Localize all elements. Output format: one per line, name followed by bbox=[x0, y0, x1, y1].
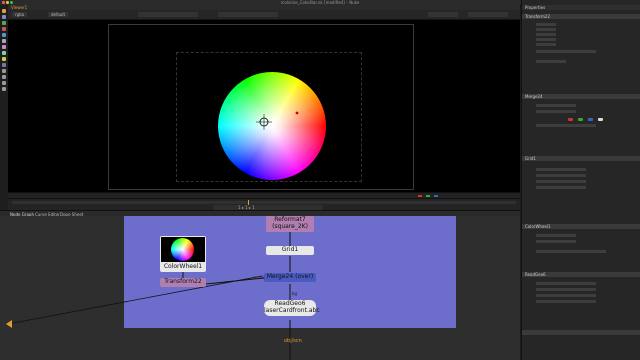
channels-dropdown[interactable]: rgba bbox=[12, 12, 28, 17]
grid-node[interactable]: Grid1 bbox=[266, 246, 314, 255]
node-graph[interactable]: Reformat7 (square_2K) Grid1 ColorWheel1 … bbox=[0, 216, 520, 360]
viewer-toolbar: rgba default bbox=[8, 10, 520, 20]
green-readout bbox=[426, 195, 430, 197]
viewer-options[interactable] bbox=[468, 12, 508, 17]
draw-tool-icon[interactable] bbox=[2, 15, 6, 19]
operation-dropdown[interactable] bbox=[536, 104, 576, 107]
readgeo-node-name: ReadGeo6 bbox=[274, 300, 306, 307]
readgeo-render-field[interactable] bbox=[536, 294, 596, 297]
colorspace-dropdown[interactable]: default bbox=[48, 12, 69, 17]
bg-input-label: bg bbox=[292, 291, 298, 296]
readgeo-frame-field[interactable] bbox=[536, 300, 596, 303]
readgeo-node-file: laserCardfront.abc bbox=[264, 307, 320, 314]
panel-title-readgeo: ReadGeo6 bbox=[525, 272, 546, 277]
metadata-tool-icon[interactable] bbox=[2, 75, 6, 79]
reformat-node[interactable]: Reformat7 (square_2K) bbox=[266, 216, 314, 232]
rotate-field[interactable] bbox=[536, 28, 556, 31]
merge-node-name: Merge24 (over) bbox=[266, 273, 314, 280]
colorwheel-thumbnail bbox=[161, 237, 205, 262]
motionblur-field[interactable] bbox=[536, 60, 566, 63]
color-tool-icon[interactable] bbox=[2, 33, 6, 37]
mix-slider[interactable] bbox=[536, 124, 596, 127]
grid-output-field[interactable] bbox=[536, 168, 586, 171]
timeline-ruler[interactable] bbox=[12, 201, 516, 204]
readgeo-file-field[interactable] bbox=[536, 282, 596, 285]
viewer-canvas[interactable] bbox=[8, 20, 520, 192]
grid-node-name: Grid1 bbox=[281, 246, 299, 253]
scale-field[interactable] bbox=[536, 33, 556, 36]
mask-input-label: mask bbox=[254, 275, 265, 280]
input-b-dropdown[interactable] bbox=[218, 12, 278, 17]
colorwheel-format-field[interactable] bbox=[536, 234, 576, 237]
colorwheel-node[interactable]: ColorWheel1 bbox=[160, 236, 206, 272]
blue-channel-swatch[interactable] bbox=[588, 118, 593, 121]
reformat-node-name: Reformat7 bbox=[274, 216, 306, 223]
image-tool-icon[interactable] bbox=[2, 9, 6, 13]
panel-header-merge[interactable]: Merge24 bbox=[522, 94, 640, 99]
grid-size-field[interactable] bbox=[536, 180, 586, 183]
transform-tool-icon[interactable] bbox=[2, 57, 6, 61]
color-wheel-image bbox=[218, 72, 326, 180]
panel-header-colorwheel[interactable]: ColorWheel1 bbox=[522, 224, 640, 229]
grid-color-field[interactable] bbox=[536, 186, 586, 189]
views-tool-icon[interactable] bbox=[2, 69, 6, 73]
colorwheel-mode-field[interactable] bbox=[536, 250, 606, 253]
panel-title-merge: Merge24 bbox=[525, 94, 543, 99]
colorwheel-gamma-field[interactable] bbox=[536, 240, 576, 243]
panel-title-transform: Transform22 bbox=[525, 14, 550, 19]
alpha-channel-swatch[interactable] bbox=[598, 118, 603, 121]
transform-node[interactable]: Transform22 bbox=[160, 278, 206, 287]
properties-title: Properties bbox=[525, 5, 546, 10]
3d-tool-icon[interactable] bbox=[2, 63, 6, 67]
center-field[interactable] bbox=[536, 43, 556, 46]
blue-readout bbox=[434, 195, 438, 197]
colorwheel-node-name: ColorWheel1 bbox=[163, 263, 203, 270]
panel-header-transform[interactable]: Transform22 bbox=[522, 14, 640, 19]
filter-tool-icon[interactable] bbox=[2, 39, 6, 43]
keyer-tool-icon[interactable] bbox=[2, 45, 6, 49]
panel-header-extra[interactable] bbox=[522, 330, 640, 335]
panel-header-grid[interactable]: Grid1 bbox=[522, 156, 640, 161]
panel-title-grid: Grid1 bbox=[525, 156, 536, 161]
readgeo-display-field[interactable] bbox=[536, 288, 596, 291]
transform-node-name: Transform22 bbox=[164, 278, 202, 285]
green-channel-swatch[interactable] bbox=[578, 118, 583, 121]
panel-title-colorwheel: ColorWheel1 bbox=[525, 224, 551, 229]
pivot-point-icon[interactable] bbox=[292, 108, 302, 118]
grid-number-field[interactable] bbox=[536, 174, 586, 177]
transform-handle-icon[interactable] bbox=[256, 114, 272, 130]
filter-dropdown[interactable] bbox=[536, 50, 596, 53]
readgeo-node[interactable]: ReadGeo6 laserCardfront.abc bbox=[264, 300, 320, 316]
other-tool-icon[interactable] bbox=[2, 87, 6, 91]
panel-header-readgeo[interactable]: ReadGeo6 bbox=[522, 272, 640, 277]
zoom-dropdown[interactable] bbox=[428, 12, 458, 17]
properties-panel: Properties Transform22 Merge24 Grid1 Col… bbox=[521, 0, 640, 360]
time-tool-icon[interactable] bbox=[2, 21, 6, 25]
red-readout bbox=[418, 195, 422, 197]
properties-title-bar: Properties bbox=[522, 5, 640, 10]
merge-node[interactable]: Merge24 (over) bbox=[264, 273, 316, 282]
red-channel-swatch[interactable] bbox=[568, 118, 573, 121]
toolsets-icon[interactable] bbox=[2, 81, 6, 85]
translate-field[interactable] bbox=[536, 23, 556, 26]
bbox-dropdown[interactable] bbox=[536, 110, 576, 113]
merge-tool-icon[interactable] bbox=[2, 51, 6, 55]
thumbnail-wheel bbox=[171, 238, 194, 261]
channel-tool-icon[interactable] bbox=[2, 27, 6, 31]
input-a-dropdown[interactable] bbox=[138, 12, 198, 17]
reformat-node-format: (square_2K) bbox=[272, 223, 308, 230]
skew-field[interactable] bbox=[536, 38, 556, 41]
output-label: obj/scn bbox=[284, 338, 302, 344]
node-connections bbox=[6, 232, 291, 360]
